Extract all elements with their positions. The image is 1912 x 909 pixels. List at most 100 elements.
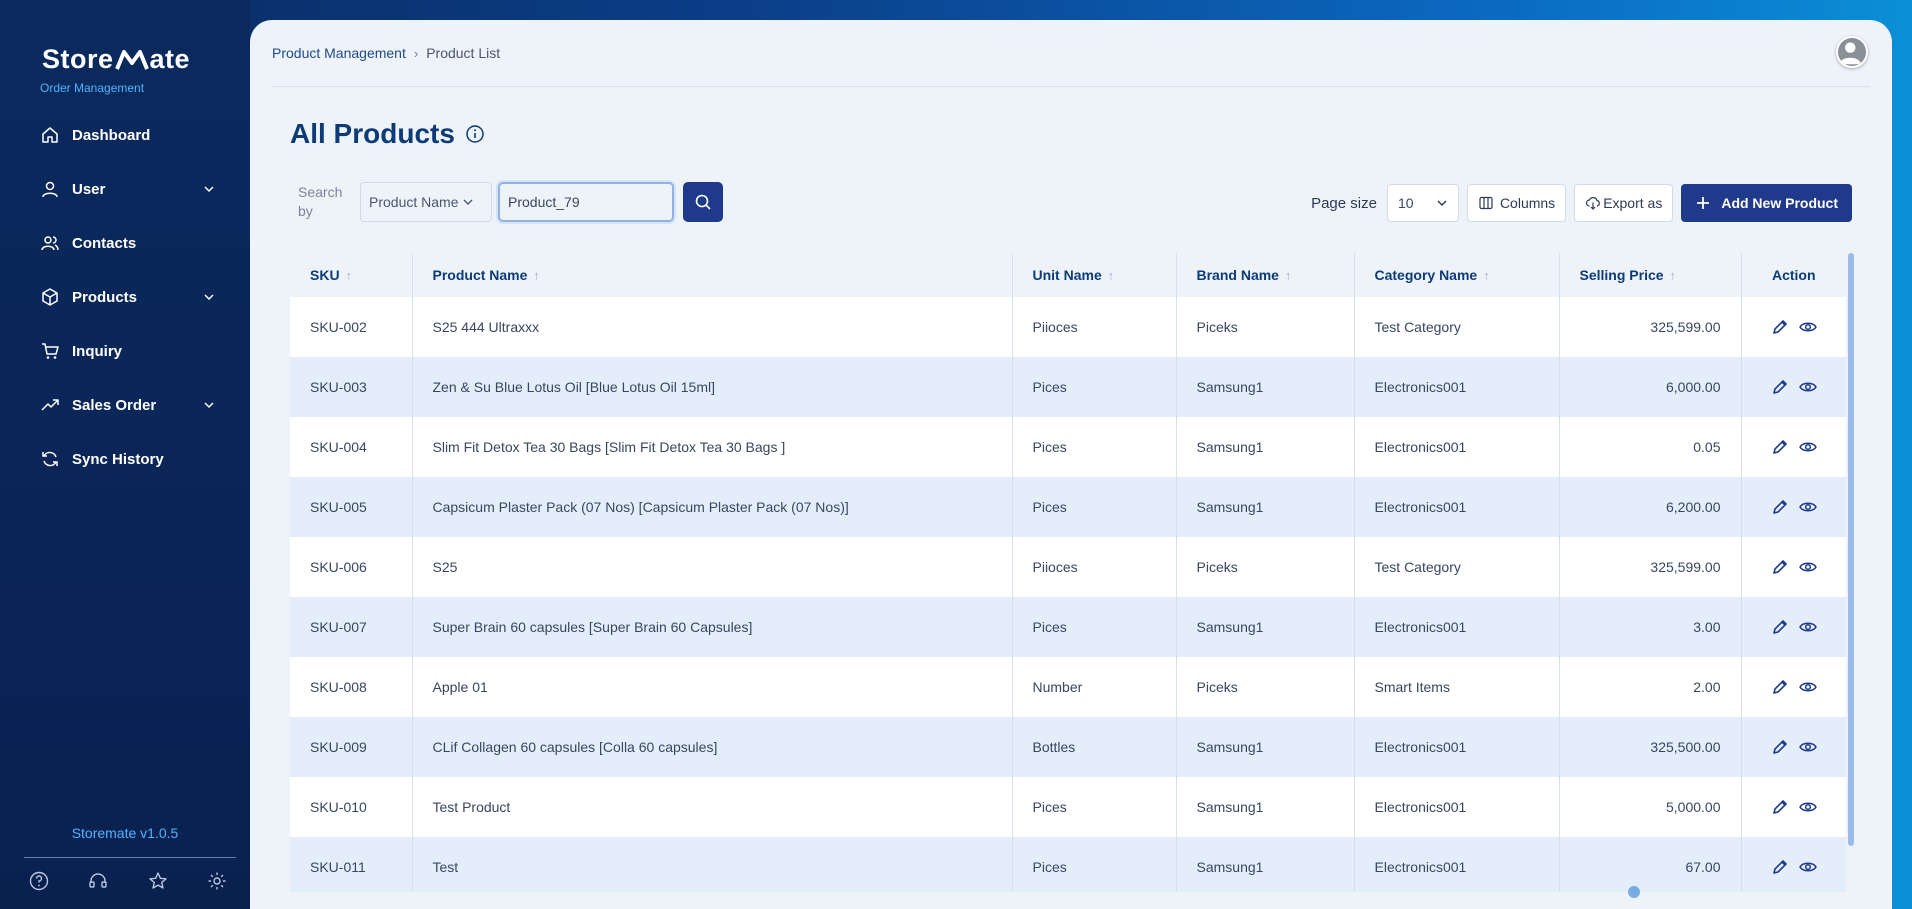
column-header-label: Unit Name xyxy=(1032,267,1102,283)
settings-icon[interactable] xyxy=(206,870,228,892)
table-row: SKU-011 Test Pices Samsung1 Electronics001 67… xyxy=(290,837,1846,892)
sort-arrow-icon: ↑ xyxy=(345,268,353,283)
chevron-down-icon xyxy=(202,398,216,412)
view-icon[interactable] xyxy=(1798,437,1818,457)
sidebar-item-inquiry[interactable]: Inquiry xyxy=(0,324,250,378)
edit-icon[interactable] xyxy=(1770,617,1790,637)
page-size-select[interactable]: 10 xyxy=(1386,184,1459,222)
info-icon[interactable] xyxy=(465,124,485,144)
help-icon[interactable] xyxy=(28,870,50,892)
view-icon[interactable] xyxy=(1798,737,1818,757)
table-scrollbar[interactable] xyxy=(1848,253,1854,846)
sidebar-item-dashboard[interactable]: Dashboard xyxy=(0,108,250,162)
cell-sku: SKU-011 xyxy=(290,837,413,892)
star-icon[interactable] xyxy=(147,870,169,892)
view-icon[interactable] xyxy=(1798,497,1818,517)
search-input[interactable] xyxy=(498,182,674,222)
plus-icon xyxy=(1695,195,1711,211)
view-icon[interactable] xyxy=(1798,377,1818,397)
page-size-label: Page size xyxy=(1311,194,1377,212)
table-body: SKU-002 S25 444 Ultraxxx Piioces Piceks Test… xyxy=(290,297,1846,892)
logo-m-icon xyxy=(114,49,149,71)
avatar[interactable] xyxy=(1836,36,1868,68)
cell-selling-price: 6,200.00 xyxy=(1559,477,1742,537)
export-button[interactable]: Export as xyxy=(1574,184,1674,222)
column-header-unit-name[interactable]: Unit Name ↑ xyxy=(1012,253,1177,297)
search-button[interactable] xyxy=(683,182,723,222)
edit-icon[interactable] xyxy=(1770,677,1790,697)
column-header-category-name[interactable]: Category Name ↑ xyxy=(1354,253,1560,297)
sidebar-item-label: Contacts xyxy=(72,234,137,252)
sidebar-item-sync-history[interactable]: Sync History xyxy=(0,432,250,486)
column-header-label: Product Name xyxy=(432,267,528,283)
cell-product-name: S25 444 Ultraxxx xyxy=(412,297,1013,357)
cell-unit-name: Pices xyxy=(1012,357,1177,417)
edit-icon[interactable] xyxy=(1770,737,1790,757)
headset-icon[interactable] xyxy=(87,870,109,892)
sidebar-item-label: User xyxy=(72,180,106,198)
sidebar-nav: Dashboard User Contacts Products Inquiry… xyxy=(0,108,250,486)
column-header-brand-name[interactable]: Brand Name ↑ xyxy=(1176,253,1355,297)
cell-unit-name: Pices xyxy=(1012,417,1177,477)
cell-category-name: Electronics001 xyxy=(1354,477,1560,537)
search-bar: Search by Product Name xyxy=(298,182,723,222)
page-size-value: 10 xyxy=(1397,195,1414,211)
sidebar-item-products[interactable]: Products xyxy=(0,270,250,324)
sidebar-item-contacts[interactable]: Contacts xyxy=(0,216,250,270)
cell-sku: SKU-007 xyxy=(290,597,413,657)
search-by-label: Search by xyxy=(298,184,343,219)
cell-sku: SKU-005 xyxy=(290,477,413,537)
cell-unit-name: Pices xyxy=(1012,777,1177,837)
page-header: All Products xyxy=(290,118,485,150)
view-icon[interactable] xyxy=(1798,617,1818,637)
cell-selling-price: 5,000.00 xyxy=(1559,777,1742,837)
view-icon[interactable] xyxy=(1798,677,1818,697)
view-icon[interactable] xyxy=(1798,857,1818,877)
column-header-selling-price[interactable]: Selling Price ↑ xyxy=(1559,253,1742,297)
search-field-select[interactable]: Product Name xyxy=(360,182,492,222)
edit-icon[interactable] xyxy=(1770,317,1790,337)
column-header-sku[interactable]: SKU ↑ xyxy=(290,253,413,297)
box-icon xyxy=(40,287,60,307)
columns-button[interactable]: Columns xyxy=(1466,184,1567,222)
cell-sku: SKU-004 xyxy=(290,417,413,477)
add-product-button[interactable]: Add New Product xyxy=(1681,184,1852,222)
sidebar-item-sales-order[interactable]: Sales Order xyxy=(0,378,250,432)
brand-name-right: ate xyxy=(149,44,191,74)
sort-arrow-icon: ↑ xyxy=(1284,268,1292,283)
products-table-container: SKU ↑ Product Name ↑ Unit Name ↑ Brand Name… xyxy=(290,253,1854,892)
edit-icon[interactable] xyxy=(1770,557,1790,577)
cell-brand-name: Samsung1 xyxy=(1176,717,1355,777)
brand-logo[interactable]: Store ate Order Management xyxy=(40,44,191,95)
breadcrumb-separator-icon: › xyxy=(413,45,419,61)
cell-selling-price: 0.05 xyxy=(1559,417,1742,477)
cell-product-name: Zen & Su Blue Lotus Oil [Blue Lotus Oil … xyxy=(412,357,1013,417)
edit-icon[interactable] xyxy=(1770,377,1790,397)
cell-unit-name: Pices xyxy=(1012,837,1177,892)
cell-product-name: S25 xyxy=(412,537,1013,597)
sidebar-item-label: Inquiry xyxy=(72,342,123,360)
cell-actions xyxy=(1741,417,1846,477)
edit-icon[interactable] xyxy=(1770,497,1790,517)
edit-icon[interactable] xyxy=(1770,857,1790,877)
edit-icon[interactable] xyxy=(1770,797,1790,817)
sort-arrow-icon: ↑ xyxy=(1669,268,1677,283)
sort-arrow-icon: ↑ xyxy=(533,268,540,283)
column-header-product-name[interactable]: Product Name ↑ xyxy=(412,253,1013,297)
cart-icon xyxy=(40,341,60,361)
cell-unit-name: Piioces xyxy=(1012,537,1177,597)
edit-icon[interactable] xyxy=(1770,437,1790,457)
breadcrumb-parent[interactable]: Product Management xyxy=(272,45,406,61)
sync-icon xyxy=(40,449,60,469)
table-row: SKU-007 Super Brain 60 capsules [Super Br… xyxy=(290,597,1846,657)
cell-selling-price: 325,599.00 xyxy=(1559,297,1742,357)
view-icon[interactable] xyxy=(1798,797,1818,817)
sidebar-item-user[interactable]: User xyxy=(0,162,250,216)
cell-unit-name: Number xyxy=(1012,657,1177,717)
view-icon[interactable] xyxy=(1798,557,1818,577)
view-icon[interactable] xyxy=(1798,317,1818,337)
table-row: SKU-008 Apple 01 Number Piceks Smart Items 2.… xyxy=(290,657,1846,717)
add-product-label: Add New Product xyxy=(1721,195,1838,211)
cell-product-name: Apple 01 xyxy=(412,657,1013,717)
sidebar: Store ate Order Management Dashboard Use… xyxy=(0,0,250,909)
